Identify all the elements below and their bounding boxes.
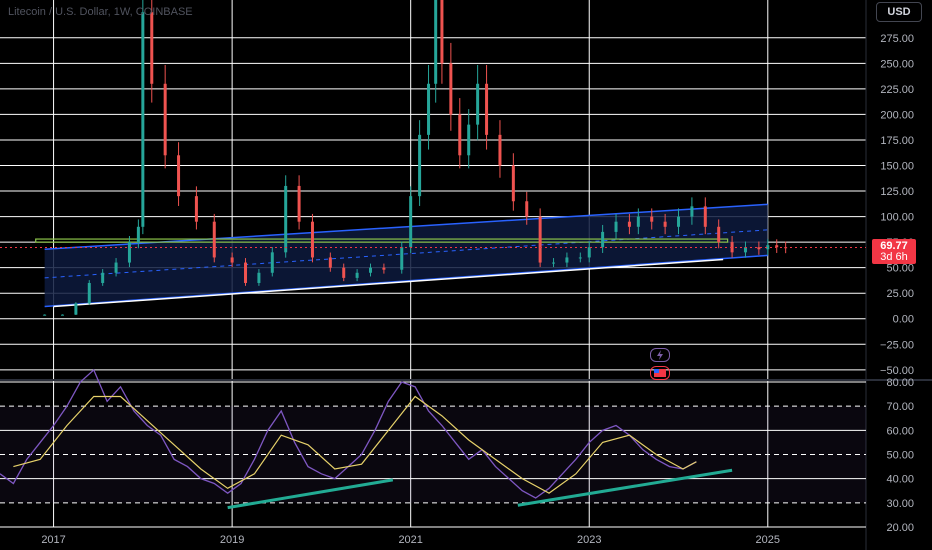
- candle-body: [150, 12, 154, 84]
- rsi-tick-label: 80.00: [886, 377, 914, 389]
- x-tick-label: 2017: [41, 534, 65, 546]
- candle-body: [775, 245, 779, 248]
- candle-body: [244, 262, 248, 283]
- rsi-tick-label: 70.00: [886, 401, 914, 413]
- candle-body: [127, 242, 131, 263]
- candle-body: [511, 165, 515, 202]
- price-tick-label: 0.00: [893, 314, 914, 326]
- candle-body: [141, 12, 145, 227]
- candle-body: [328, 257, 332, 268]
- chart-canvas[interactable]: 2017 2019 2021 2023 2025 275.00 250.00 225.00 20…: [0, 0, 932, 550]
- candle-body: [369, 267, 373, 273]
- rsi-tick-label: 20.00: [886, 522, 914, 534]
- x-tick-label: 2025: [756, 534, 780, 546]
- price-tick-label: 275.00: [880, 33, 914, 45]
- price-tick-label: 200.00: [880, 109, 914, 121]
- candle-body: [663, 221, 667, 227]
- flag-icon[interactable]: [650, 366, 670, 380]
- rsi-tick-label: 60.00: [886, 425, 914, 437]
- currency-button[interactable]: USD: [876, 2, 922, 22]
- candle-body: [43, 314, 47, 316]
- chart-title: Litecoin / U.S. Dollar, 1W, COINBASE: [8, 6, 193, 18]
- candle-body: [177, 155, 181, 197]
- candle-body: [136, 226, 140, 243]
- price-tick-label: 175.00: [880, 135, 914, 147]
- candle-body: [703, 206, 707, 227]
- candle-body: [434, 0, 438, 84]
- price-pane[interactable]: [0, 0, 866, 316]
- candle-body: [650, 216, 654, 222]
- candle-body: [757, 247, 761, 250]
- price-tick-label: 25.00: [886, 288, 914, 300]
- rsi-tick-label: 30.00: [886, 498, 914, 510]
- candle-body: [212, 221, 216, 258]
- x-tick-label: 2021: [398, 534, 422, 546]
- last-price-tag: 69.77 3d 6h: [872, 239, 916, 264]
- price-tick-label: −50.00: [880, 365, 914, 377]
- rsi-tick-label: 50.00: [886, 450, 914, 462]
- candle-body: [614, 221, 618, 232]
- price-tick-label: 225.00: [880, 84, 914, 96]
- candle-body: [552, 262, 556, 264]
- candle-body: [257, 272, 261, 283]
- candle-body: [163, 83, 167, 156]
- price-tick-label: 250.00: [880, 58, 914, 70]
- candle-body: [449, 63, 453, 115]
- candle-body: [467, 124, 471, 156]
- candle-body: [310, 221, 314, 258]
- candle-body: [627, 221, 631, 227]
- candle-body: [87, 282, 91, 304]
- candle-body: [476, 83, 480, 125]
- price-tick-label: 50.00: [886, 263, 914, 275]
- candle-body: [101, 272, 105, 283]
- candle-body: [355, 272, 359, 278]
- x-tick-label: 2019: [220, 534, 244, 546]
- candle-body: [690, 206, 694, 217]
- candle-body: [418, 134, 422, 197]
- candle-body: [194, 196, 198, 222]
- lightning-icon[interactable]: [650, 348, 670, 362]
- candle-body: [498, 134, 502, 166]
- price-tick-label: −25.00: [880, 339, 914, 351]
- candle-body: [587, 247, 591, 258]
- candle-body: [114, 262, 118, 273]
- candle-body: [427, 83, 431, 135]
- price-tick-label: 100.00: [880, 212, 914, 224]
- candle-body: [565, 257, 569, 263]
- candle-body: [270, 252, 274, 273]
- price-tick-label: 150.00: [880, 161, 914, 173]
- candle-body: [342, 267, 346, 278]
- candle-body: [601, 231, 605, 248]
- candle-body: [60, 314, 64, 316]
- channel-fill: [44, 204, 768, 307]
- candle-body: [74, 303, 78, 315]
- candle-body: [485, 83, 489, 135]
- candle-body: [458, 114, 462, 156]
- candle-body: [538, 216, 542, 263]
- candle-body: [743, 247, 747, 253]
- candle-body: [400, 247, 404, 270]
- candle-body: [525, 201, 529, 217]
- x-tick-label: 2023: [577, 534, 601, 546]
- candle-body: [717, 226, 721, 243]
- rsi-pane[interactable]: [0, 368, 866, 528]
- candle-body: [284, 185, 288, 253]
- candle-body: [409, 196, 413, 248]
- price-tick-label: 125.00: [880, 186, 914, 198]
- candle-body: [578, 257, 582, 259]
- candle-body: [297, 185, 301, 222]
- candle-body: [382, 267, 386, 270]
- bar-countdown: 3d 6h: [880, 251, 908, 263]
- candle-body: [230, 257, 234, 263]
- rsi-tick-label: 40.00: [886, 474, 914, 486]
- candle-body: [677, 216, 681, 227]
- candle-body: [440, 0, 444, 64]
- candle-body: [636, 216, 640, 227]
